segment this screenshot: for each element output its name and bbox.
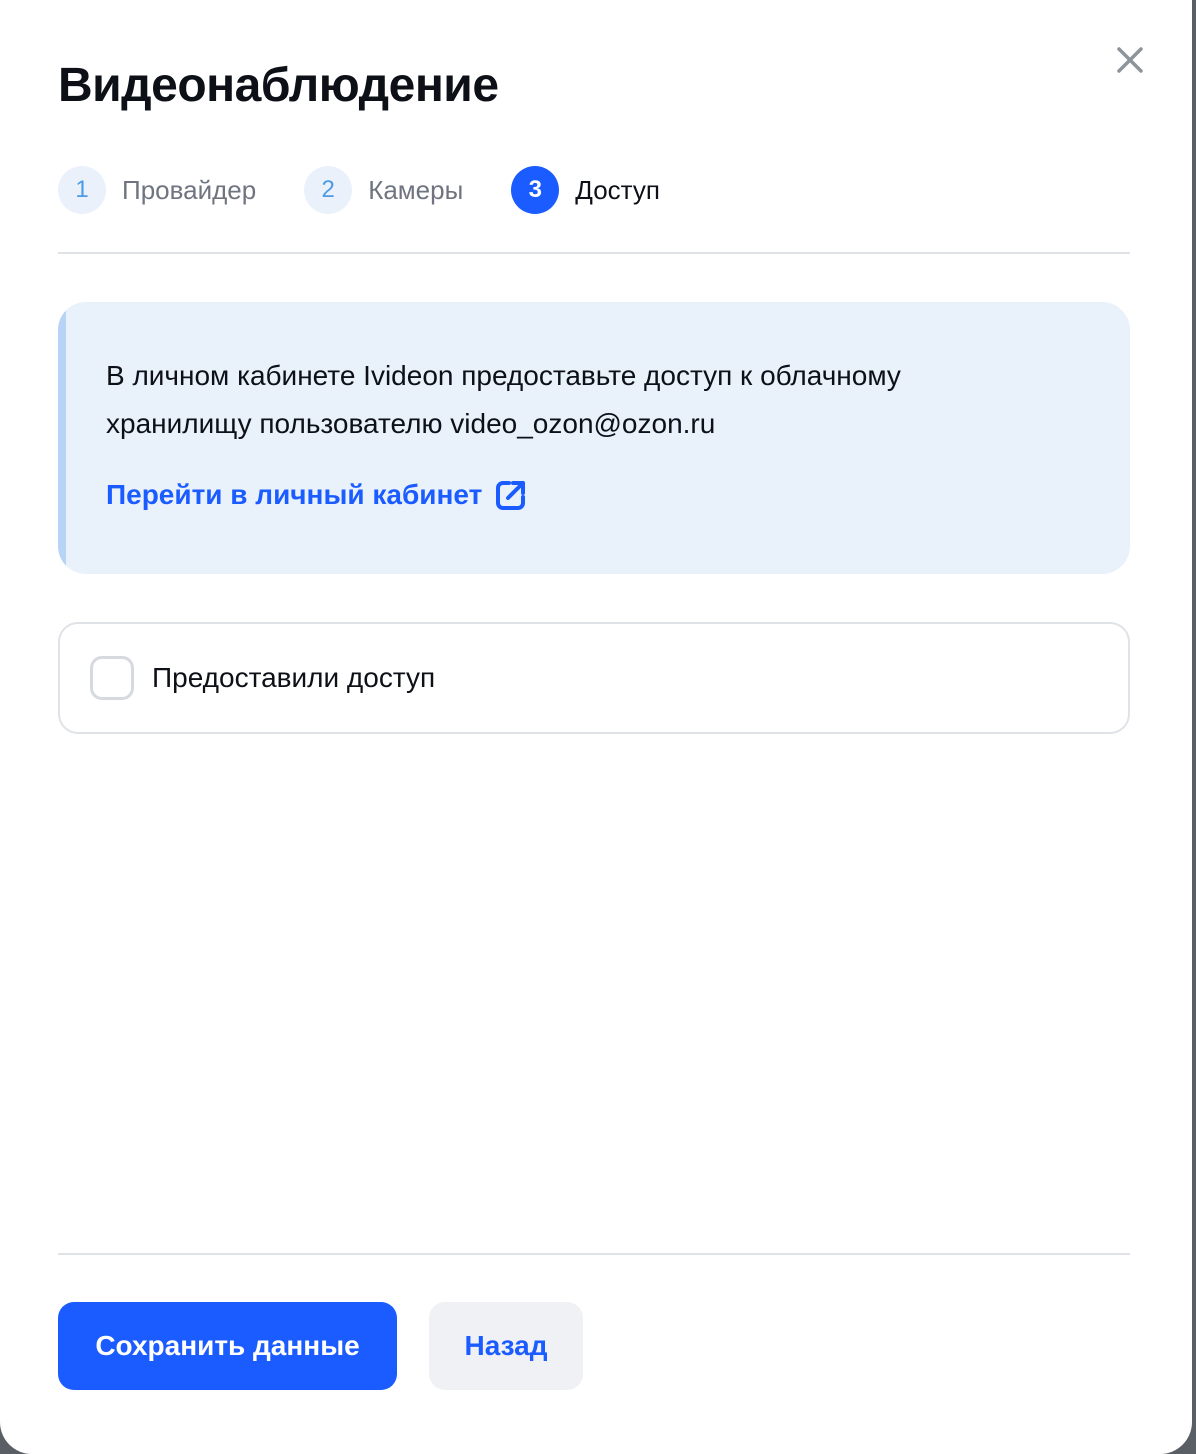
step-access[interactable]: 3 Доступ	[511, 166, 660, 214]
step-provider[interactable]: 1 Провайдер	[58, 166, 256, 214]
step-label: Провайдер	[122, 174, 257, 205]
external-link-icon	[496, 481, 526, 510]
access-granted-label: Предоставили доступ	[152, 662, 436, 693]
access-granted-option[interactable]: Предоставили доступ	[58, 622, 1130, 734]
step-number: 2	[304, 166, 353, 214]
info-text-line1: В личном кабинете Ivideon предоставьте д…	[106, 360, 901, 391]
step-label: Доступ	[575, 174, 660, 205]
info-text-line2: хранилищу пользователю video_ozon@ozon.r…	[106, 408, 716, 439]
step-number: 3	[511, 166, 560, 214]
video-surveillance-modal: Видеонаблюдение 1 Провайдер 2 Камеры 3 Д…	[0, 0, 1192, 1454]
info-banner: В личном кабинете Ivideon предоставьте д…	[58, 302, 1130, 574]
info-text: В личном кабинете Ivideon предоставьте д…	[106, 352, 1082, 448]
save-data-button[interactable]: Сохранить данные	[58, 1302, 397, 1390]
personal-account-link-label: Перейти в личный кабинет	[106, 479, 483, 510]
modal-title: Видеонаблюдение	[58, 59, 499, 112]
stepper: 1 Провайдер 2 Камеры 3 Доступ	[58, 166, 708, 214]
back-button[interactable]: Назад	[429, 1302, 583, 1390]
header-divider	[58, 252, 1130, 254]
close-button[interactable]	[1110, 40, 1150, 80]
step-number: 1	[58, 166, 106, 214]
step-label: Камеры	[368, 174, 464, 205]
footer-divider	[58, 1253, 1130, 1255]
step-cameras[interactable]: 2 Камеры	[304, 166, 463, 214]
close-icon[interactable]	[1110, 40, 1150, 80]
personal-account-link[interactable]: Перейти в личный кабинет	[106, 478, 528, 512]
access-granted-checkbox[interactable]	[90, 656, 134, 700]
